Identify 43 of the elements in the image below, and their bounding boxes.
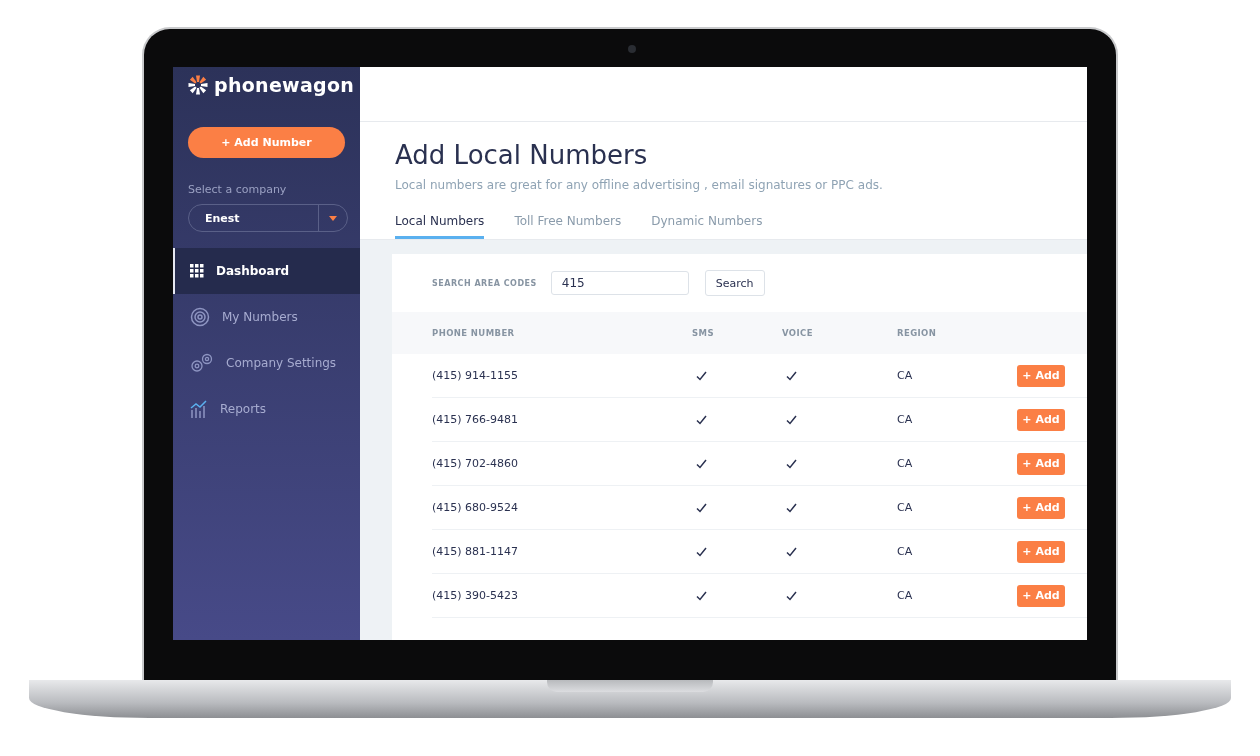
add-button[interactable]: + Add xyxy=(1017,496,1065,519)
nav-item[interactable]: Reports xyxy=(173,386,360,432)
phone-number: (415) 680-9524 xyxy=(432,501,520,514)
phone-number: (415) 702-4860 xyxy=(432,457,520,470)
tab[interactable]: Toll Free Numbers xyxy=(514,210,622,239)
column-header: REGION xyxy=(897,328,938,338)
region: CA xyxy=(897,589,914,602)
search-button[interactable]: Search xyxy=(704,270,765,296)
grid-icon xyxy=(190,264,204,278)
phone-number: (415) 881-1147 xyxy=(432,545,520,558)
search-label: SEARCH AREA CODES xyxy=(432,278,537,288)
region: CA xyxy=(897,413,914,426)
column-header: PHONE NUMBER xyxy=(432,328,516,338)
add-button[interactable]: + Add xyxy=(1017,364,1065,387)
tab[interactable]: Dynamic Numbers xyxy=(651,210,763,239)
add-button[interactable]: + Add xyxy=(1017,584,1065,607)
region: CA xyxy=(897,369,914,382)
region: CA xyxy=(897,457,914,470)
phone-number: (415) 766-9481 xyxy=(432,413,520,426)
chart-icon xyxy=(190,399,208,419)
brand-name: phonewagon xyxy=(214,74,355,96)
add-button[interactable]: + Add xyxy=(1017,452,1065,475)
company-label: Select a company xyxy=(188,183,288,196)
add-button[interactable]: + Add xyxy=(1017,408,1065,431)
search-field[interactable]: 415 xyxy=(550,271,689,295)
settings-icon xyxy=(190,353,214,373)
region: CA xyxy=(897,545,914,558)
logo-icon xyxy=(188,75,208,95)
target-icon xyxy=(190,307,210,327)
column-header: SMS xyxy=(692,328,715,338)
nav-item[interactable]: My Numbers xyxy=(173,294,360,340)
caret-icon xyxy=(329,215,337,221)
region: CA xyxy=(897,501,914,514)
page-subtitle: Local numbers are great for any offline advertising , email signatures or PPC ads. xyxy=(395,178,884,192)
camera-icon xyxy=(628,45,636,53)
add-number-button[interactable]: + Add Number xyxy=(188,127,345,158)
page-title: Add Local Numbers xyxy=(395,140,649,170)
phone-number: (415) 390-5423 xyxy=(432,589,520,602)
nav-item[interactable]: Dashboard xyxy=(173,248,360,294)
column-header: VOICE xyxy=(782,328,814,338)
nav-item[interactable]: Company Settings xyxy=(173,340,360,386)
add-button[interactable]: + Add xyxy=(1017,540,1065,563)
phone-number: (415) 914-1155 xyxy=(432,369,520,382)
